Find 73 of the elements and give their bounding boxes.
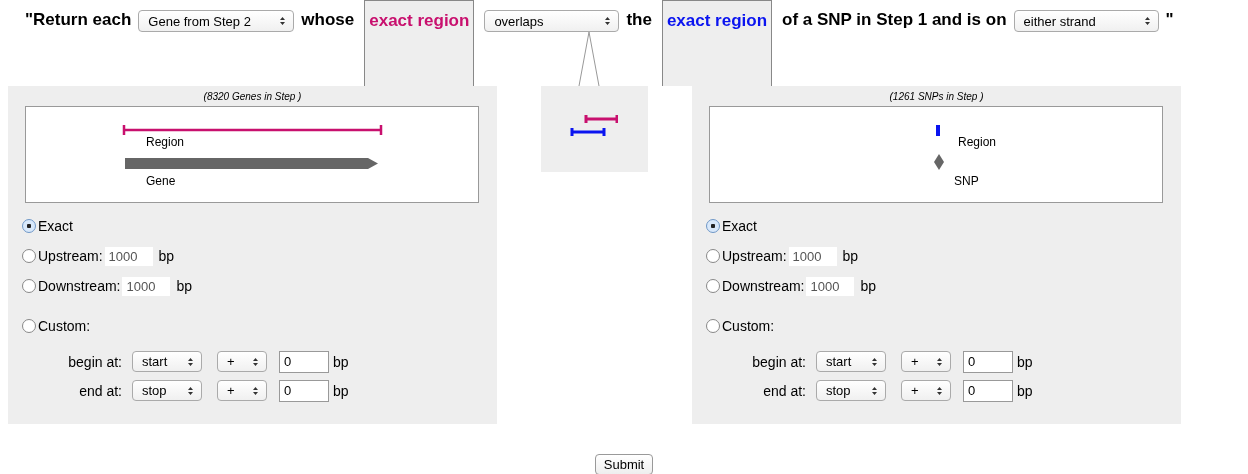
dropdown[interactable]: stop bbox=[132, 380, 202, 401]
overlap-icon bbox=[570, 113, 618, 137]
unit-label: bp bbox=[158, 248, 175, 264]
option-label: Custom: bbox=[722, 318, 775, 334]
updown-icon bbox=[279, 16, 287, 26]
radio-button[interactable] bbox=[22, 279, 36, 293]
submit-button[interactable]: Submit bbox=[594, 454, 654, 474]
updown-icon bbox=[187, 385, 194, 396]
option-label: Exact bbox=[38, 218, 73, 234]
input-field[interactable]: 0 bbox=[279, 379, 329, 402]
dropdown[interactable]: either strand bbox=[1013, 10, 1159, 32]
updown-icon bbox=[604, 16, 612, 26]
track-label: SNP bbox=[954, 174, 979, 188]
option-label: Upstream: bbox=[722, 248, 787, 264]
radio-button[interactable] bbox=[706, 219, 720, 233]
input-field[interactable]: 0 bbox=[279, 350, 329, 373]
sentence-text: " bbox=[1165, 9, 1174, 31]
updown-icon bbox=[871, 356, 878, 367]
radio-button[interactable] bbox=[706, 279, 720, 293]
field-label: begin at: bbox=[751, 353, 806, 370]
dropdown[interactable]: + bbox=[901, 380, 951, 401]
input-field[interactable]: 0 bbox=[963, 379, 1013, 402]
unit-label: bp bbox=[1017, 353, 1033, 370]
dropdown[interactable]: overlaps bbox=[484, 10, 620, 32]
updown-icon bbox=[936, 356, 943, 367]
unit-label: bp bbox=[333, 353, 349, 370]
sentence-text: whose bbox=[301, 9, 355, 31]
updown-icon bbox=[871, 385, 878, 396]
sentence-text: of a SNP in Step 1 and is on bbox=[782, 9, 1007, 31]
sentence-text: "Return each bbox=[25, 9, 132, 31]
updown-icon bbox=[187, 356, 194, 367]
updown-icon bbox=[252, 356, 259, 367]
field-label: end at: bbox=[78, 382, 122, 399]
input-field[interactable]: 1000 bbox=[806, 276, 855, 296]
field-label: begin at: bbox=[67, 353, 122, 370]
sentence-text: the bbox=[626, 9, 652, 31]
input-field[interactable]: 1000 bbox=[122, 276, 171, 296]
unit-label: bp bbox=[860, 278, 877, 294]
unit-label: bp bbox=[842, 248, 859, 264]
radio-button[interactable] bbox=[22, 249, 36, 263]
radio-button[interactable] bbox=[706, 249, 720, 263]
count-caption: (8320 Genes in Step ) bbox=[202, 91, 303, 104]
dropdown[interactable]: + bbox=[901, 351, 951, 372]
track-label: Region bbox=[146, 135, 185, 149]
unit-label: bp bbox=[176, 278, 193, 294]
input-field[interactable]: 1000 bbox=[104, 246, 153, 266]
option-label: Downstream: bbox=[38, 278, 121, 294]
radio-button[interactable] bbox=[706, 319, 720, 333]
unit-label: bp bbox=[1017, 382, 1033, 399]
radio-button[interactable] bbox=[22, 319, 36, 333]
input-field[interactable]: 0 bbox=[963, 350, 1013, 373]
track-label: Gene bbox=[146, 174, 176, 188]
field-label: end at: bbox=[762, 382, 806, 399]
count-caption: (1261 SNPs in Step ) bbox=[888, 91, 985, 104]
option-label: Exact bbox=[722, 218, 757, 234]
track-label: Region bbox=[958, 135, 997, 149]
dropdown[interactable]: + bbox=[217, 380, 267, 401]
updown-icon bbox=[936, 385, 943, 396]
dropdown[interactable]: start bbox=[816, 351, 886, 372]
updown-icon bbox=[1143, 16, 1151, 26]
region-bar bbox=[936, 125, 940, 136]
dropdown[interactable]: stop bbox=[816, 380, 886, 401]
dropdown[interactable]: Gene from Step 2 bbox=[138, 10, 295, 32]
dropdown[interactable]: + bbox=[217, 351, 267, 372]
snp-diamond bbox=[934, 154, 944, 170]
dropdown[interactable]: start bbox=[132, 351, 202, 372]
input-field[interactable]: 1000 bbox=[788, 246, 837, 266]
updown-icon bbox=[252, 385, 259, 396]
option-label: Downstream: bbox=[722, 278, 805, 294]
option-label: Custom: bbox=[38, 318, 91, 334]
radio-button[interactable] bbox=[22, 219, 36, 233]
unit-label: bp bbox=[333, 382, 349, 399]
option-label: Upstream: bbox=[38, 248, 103, 264]
